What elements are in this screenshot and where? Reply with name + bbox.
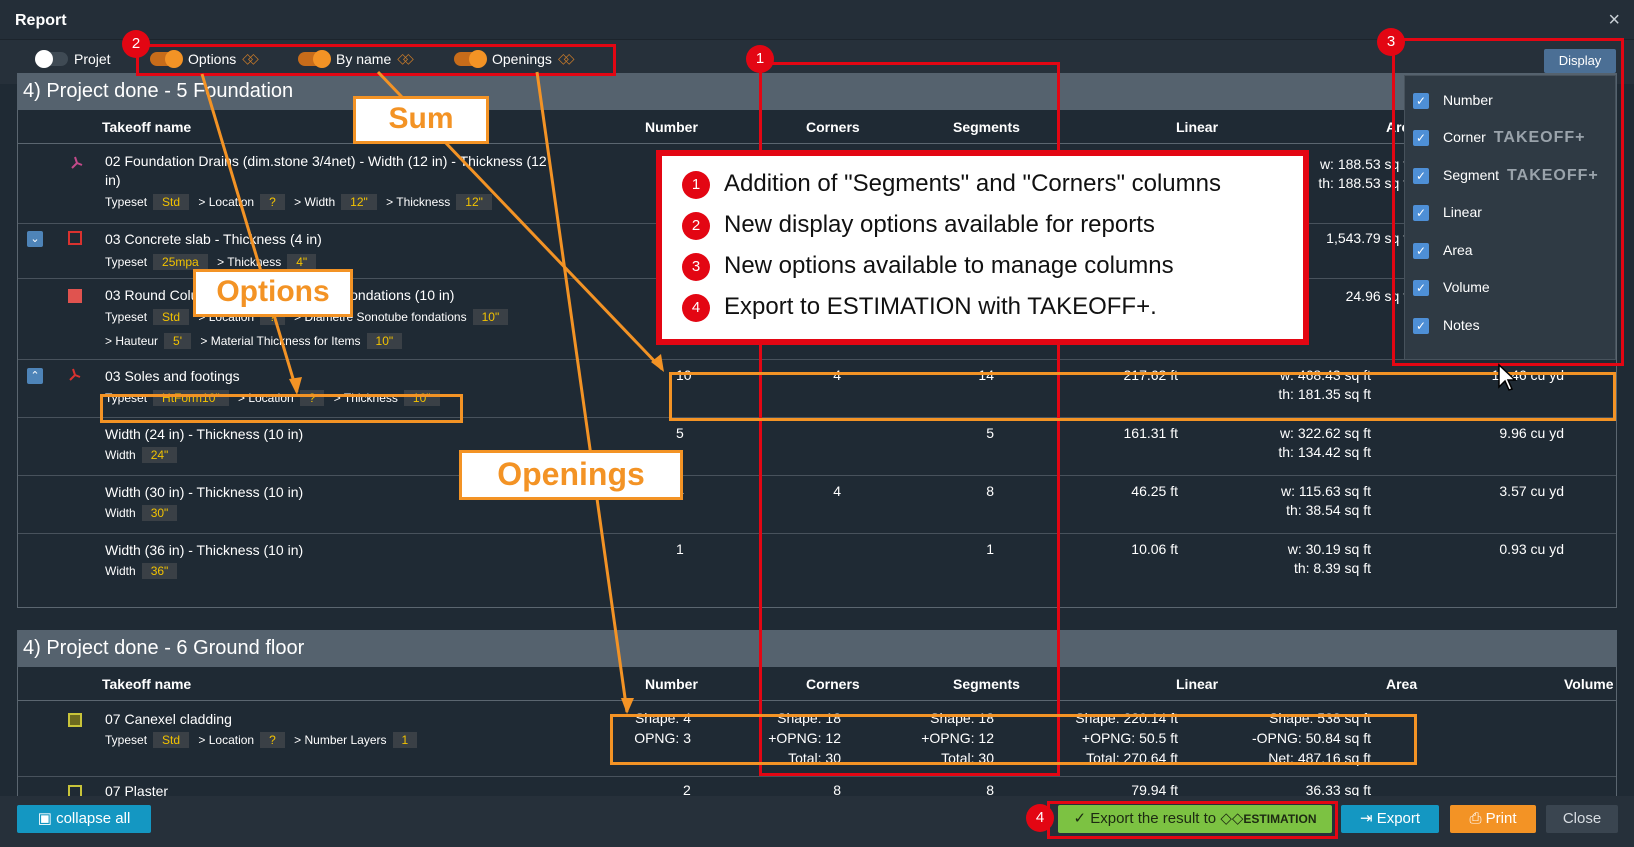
badge-3: 3 bbox=[1377, 28, 1405, 56]
mouse-cursor-icon bbox=[1498, 363, 1517, 391]
callout-openings: Openings bbox=[459, 450, 683, 500]
legend-item: 1 Addition of "Segments" and "Corners" co… bbox=[682, 170, 1221, 199]
callout-options: Options bbox=[193, 269, 353, 317]
badge-2: 2 bbox=[122, 30, 150, 58]
annotation-arrows bbox=[200, 70, 664, 714]
badge-1: 1 bbox=[746, 45, 774, 73]
legend-item: 3 New options available to manage columns bbox=[682, 252, 1174, 281]
annotation-legend: 1 Addition of "Segments" and "Corners" co… bbox=[656, 150, 1309, 345]
callout-sum: Sum bbox=[353, 96, 489, 144]
badge-4: 4 bbox=[1026, 804, 1054, 832]
legend-item: 2 New display options available for repor… bbox=[682, 211, 1155, 240]
legend-item: 4 Export to ESTIMATION with TAKEOFF+. bbox=[682, 293, 1157, 322]
